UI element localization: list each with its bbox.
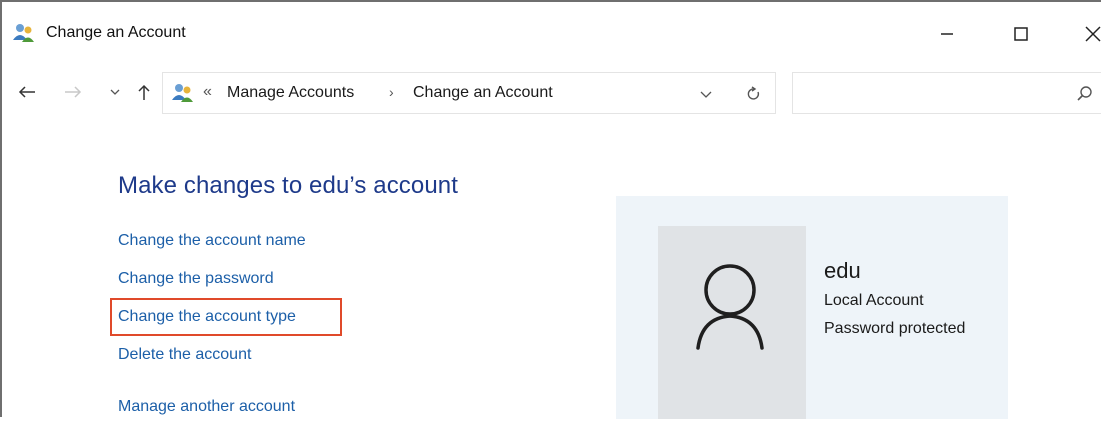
avatar [658,226,806,419]
maximize-icon [1014,27,1028,41]
address-dropdown-button[interactable] [695,83,717,105]
breadcrumb-change-account[interactable]: Change an Account [413,84,553,102]
maximize-button[interactable] [996,12,1046,56]
refresh-button[interactable] [741,81,767,107]
navigation-bar: « Manage Accounts › Change an Account [2,66,1101,118]
manage-another-account-link[interactable]: Manage another account [118,398,295,416]
highlight-box [110,298,342,336]
minimize-button[interactable] [922,12,972,56]
breadcrumb-manage-accounts[interactable]: Manage Accounts [227,84,354,102]
arrow-right-icon [65,86,82,98]
recent-locations-button[interactable] [106,78,124,106]
main-content: Make changes to edu’s account Change the… [2,120,1101,419]
close-icon [1085,26,1101,42]
back-button[interactable] [12,78,42,106]
chevron-down-icon [110,89,120,95]
users-icon [171,82,195,104]
title-bar[interactable]: Change an Account [2,2,1101,62]
account-card: edu Local Account Password protected [616,196,1008,419]
user-avatar-icon [696,264,764,350]
window-title: Change an Account [46,24,186,41]
up-button[interactable] [130,78,158,106]
breadcrumb-overflow[interactable]: « [203,83,212,101]
change-password-link[interactable]: Change the password [118,270,274,288]
change-account-name-link[interactable]: Change the account name [118,232,306,250]
forward-button[interactable] [58,78,88,106]
arrow-left-icon [18,86,35,98]
page-title: Make changes to edu’s account [118,172,459,199]
account-type: Local Account [824,292,924,309]
breadcrumb-separator[interactable]: › [389,84,394,100]
close-button[interactable] [1068,12,1101,56]
account-status: Password protected [824,320,966,337]
search-icon [1075,84,1095,104]
refresh-icon [747,86,760,100]
minimize-icon [941,33,953,35]
change-account-window: Change an Account « Manage Accounts › Ch… [0,0,1101,419]
chevron-down-icon [700,91,712,98]
search-input[interactable] [792,72,1101,114]
arrow-up-icon [138,84,150,100]
users-icon [12,22,36,44]
address-bar[interactable]: « Manage Accounts › Change an Account [162,72,776,114]
delete-account-link[interactable]: Delete the account [118,346,251,364]
account-name: edu [824,258,861,283]
